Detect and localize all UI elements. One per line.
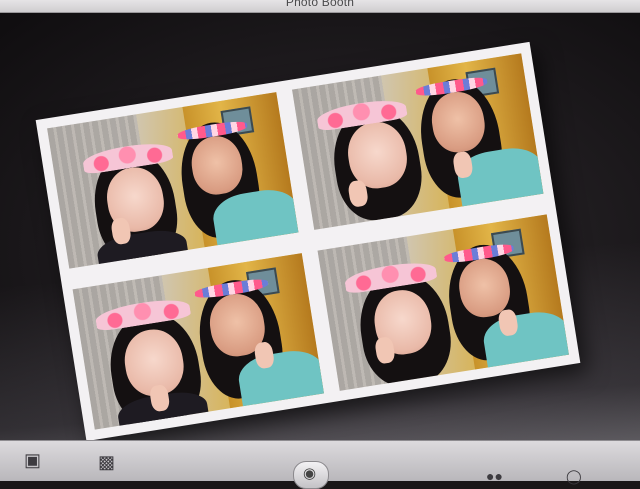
camera-icon: ◉	[303, 465, 317, 482]
bottom-toolbar: ▣ ▩ ◉ ●● ◯	[0, 440, 640, 489]
fullscreen-icon[interactable]: ◯	[566, 467, 582, 485]
title-bar: Photo Booth	[0, 0, 640, 13]
photo-stage	[0, 13, 640, 440]
take-photo-button[interactable]: ◉	[293, 461, 329, 489]
photo-strip-icon[interactable]: ▩	[98, 453, 115, 471]
window-title: Photo Booth	[285, 0, 355, 9]
photo-strip[interactable]	[35, 41, 581, 440]
person-effect-icon[interactable]: ▣	[24, 451, 41, 469]
photo-top-right[interactable]	[292, 53, 544, 230]
photo-bottom-left[interactable]	[72, 253, 324, 430]
photo-bottom-right[interactable]	[317, 214, 569, 391]
photo-top-left[interactable]	[47, 92, 299, 269]
effects-icon[interactable]: ●●	[486, 467, 503, 485]
